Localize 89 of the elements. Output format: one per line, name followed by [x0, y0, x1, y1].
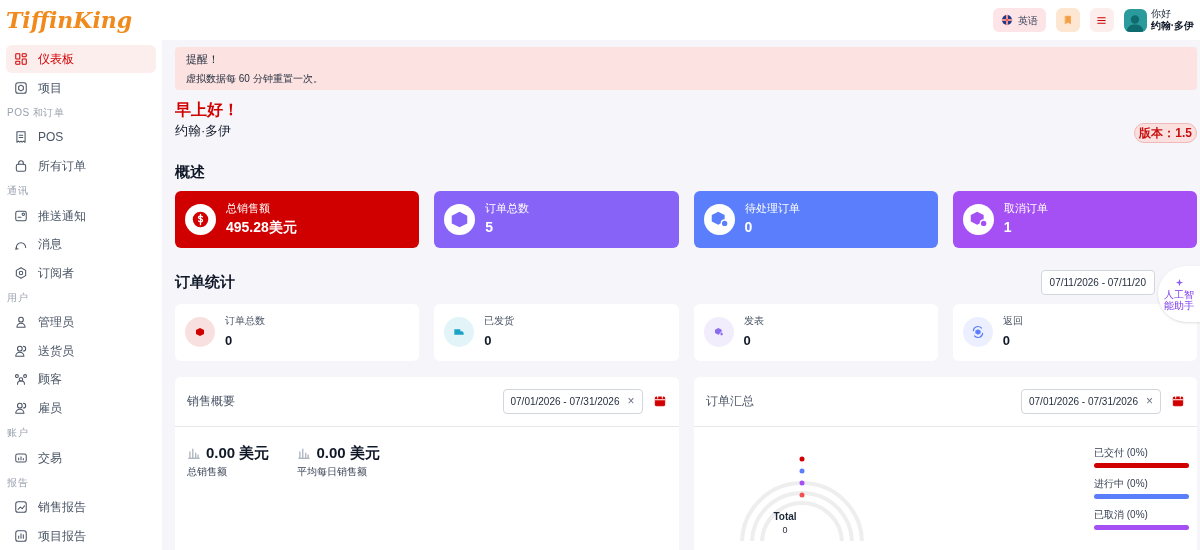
bar-chart-icon	[297, 445, 312, 460]
stat-label: 订单总数	[485, 201, 530, 217]
panel-title: 销售概要	[187, 393, 236, 410]
calendar-icon	[1171, 394, 1185, 408]
panel-title: 订单汇总	[705, 393, 755, 410]
sidebar-item[interactable]: 项目	[6, 73, 156, 102]
dashboard-icon	[14, 52, 28, 67]
clear-button[interactable]: ×	[627, 392, 635, 410]
date-range-field[interactable]: 07/01/2026 - 07/31/2026 ×	[502, 388, 643, 414]
metric-label: 总销售额	[187, 465, 228, 479]
hexagon-icon	[14, 265, 28, 280]
sidebar-item[interactable]: 所有订单	[6, 151, 156, 181]
users-icon	[14, 400, 28, 415]
stat-label: 总销售额	[226, 201, 271, 217]
user-name: 约翰·多伊	[1150, 20, 1194, 32]
sparkle-icon	[1173, 277, 1185, 289]
section-label: 报告	[6, 476, 29, 491]
stat-value: 5	[485, 217, 495, 237]
total-label: Total	[773, 509, 797, 524]
clear-button[interactable]: ×	[1146, 392, 1153, 410]
ai-assistant-button[interactable]: 人工智能助手	[1158, 266, 1200, 322]
section-label: POS 和订单	[6, 106, 66, 121]
bag-icon	[14, 158, 28, 173]
sidebar-item[interactable]: 推送通知	[6, 201, 156, 230]
stat-value: 1	[1003, 217, 1013, 237]
legend-label: 进行中 (0%)	[1094, 476, 1149, 491]
stat-label: 待处理订单	[744, 201, 800, 217]
group-icon	[14, 372, 28, 387]
stat-label: 订单总数	[225, 314, 265, 329]
dollar-icon	[185, 203, 216, 235]
cube-icon	[444, 203, 476, 235]
sidebar-item[interactable]: 订阅者	[6, 258, 156, 287]
cube-icon	[703, 203, 735, 235]
user-icon	[14, 315, 28, 330]
menu-button[interactable]	[1089, 8, 1114, 32]
legend-label: 已取消 (0%)	[1094, 507, 1149, 522]
legend-label: 已交付 (0%)	[1094, 445, 1149, 460]
sidebar-item[interactable]: 项目报告	[6, 521, 156, 550]
alert-title: 提醒！	[186, 52, 220, 68]
metric-label: 平均每日销售额	[297, 465, 369, 479]
section-label: 通讯	[6, 184, 29, 199]
sidebar-item[interactable]: POS	[6, 123, 156, 152]
sidebar-item[interactable]: 雇员	[6, 393, 156, 422]
version-badge: 版本：1.5	[1134, 123, 1197, 143]
date-range-field[interactable]: 07/01/2026 - 07/31/2026 ×	[1021, 388, 1161, 414]
sidebar-item[interactable]: 仪表板	[6, 45, 156, 74]
alert-message: 虚拟数据每 60 分钟重置一次。	[186, 71, 324, 86]
section-heading: 概述	[175, 162, 206, 182]
stat-value: 0	[743, 332, 752, 351]
section-label: 账户	[6, 426, 29, 441]
stat-value: 0	[225, 332, 234, 351]
stat-value: 0	[744, 217, 754, 237]
sidebar-item[interactable]: 顾客	[6, 365, 156, 394]
section-heading: 订单统计	[175, 271, 236, 292]
sidebar-item[interactable]: 管理员	[6, 308, 156, 337]
calendar-icon	[652, 394, 667, 408]
stat-label: 返回	[1002, 314, 1023, 329]
greeting-heading: 早上好！	[175, 100, 240, 120]
section-label: 用户	[6, 291, 29, 306]
stat-value: 0	[484, 332, 493, 351]
notification-icon	[14, 208, 28, 223]
cube-icon	[962, 203, 994, 235]
metric-value: 0.00 美元	[316, 442, 380, 463]
users-icon	[14, 343, 28, 358]
metric-value: 0.00 美元	[206, 442, 270, 463]
sidebar-item[interactable]: 销售报告	[6, 493, 156, 522]
avatar[interactable]	[1123, 8, 1147, 32]
chart-icon	[14, 450, 28, 465]
sidebar-item[interactable]: 消息	[6, 230, 156, 259]
button-label: 人工智能助手	[1164, 288, 1194, 311]
language-button[interactable]: 英语	[992, 8, 1046, 32]
date-range-field[interactable]: 07/11/2026 - 07/11/20	[1040, 269, 1155, 295]
sidebar-item[interactable]: 送货员	[6, 336, 156, 366]
bookmark-icon	[1062, 15, 1073, 25]
stat-label: 发表	[743, 314, 764, 329]
report-icon	[14, 500, 28, 515]
sidebar-item[interactable]: 交易	[6, 443, 156, 472]
menu-icon	[1096, 14, 1108, 26]
bar-chart-icon	[14, 528, 28, 543]
stat-value: 495.28美元	[226, 217, 297, 237]
user-name: 约翰·多伊	[175, 122, 233, 140]
stat-value: 0	[1002, 332, 1011, 351]
stat-label: 已发货	[484, 314, 515, 329]
receipt-icon	[14, 130, 28, 145]
flag-icon	[1000, 14, 1013, 26]
total-value: 0	[782, 523, 788, 537]
bar-chart-icon	[187, 445, 201, 460]
greeting-text: 你好	[1150, 8, 1172, 20]
stat-label: 取消订单	[1003, 201, 1048, 217]
